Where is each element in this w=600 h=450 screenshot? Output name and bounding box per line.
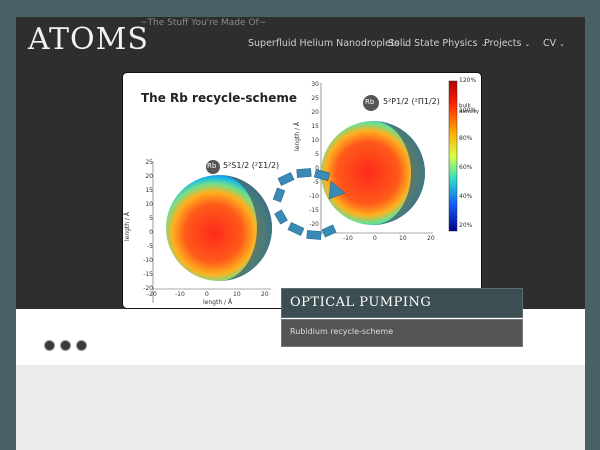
nav-label: Solid State Physics <box>388 38 478 49</box>
tick-label: 15 <box>311 123 319 130</box>
right-atom-label: Rb <box>365 98 375 106</box>
chevron-down-icon: ⌄ <box>559 40 566 48</box>
colorbar-tick: 20% <box>459 222 473 229</box>
tick-label: 20 <box>145 173 153 180</box>
tick-label: 10 <box>311 137 319 144</box>
right-y-axis-label: length / Å <box>294 121 302 152</box>
footer-band <box>16 365 585 450</box>
tick-label: 0 <box>373 235 377 242</box>
chevron-down-icon: ⌄ <box>524 40 531 48</box>
tick-label: 25 <box>311 95 319 102</box>
nav-label: Projects <box>484 38 522 49</box>
tick-label: -15 <box>143 271 153 278</box>
tick-label: 0 <box>205 291 209 298</box>
caption-title: OPTICAL PUMPING <box>290 295 432 310</box>
site-tagline: ~The Stuff You're Made Of~ <box>140 18 267 28</box>
nav-label: CV <box>543 38 557 49</box>
left-state-label: 5²S1/2 (²Σ1/2) <box>223 161 280 170</box>
left-x-axis-label: length / Å <box>203 299 233 306</box>
slider-dot[interactable] <box>76 340 87 351</box>
tick-label: 5 <box>315 151 319 158</box>
tick-label: 10 <box>399 235 407 242</box>
tick-label: -5 <box>313 179 319 186</box>
tick-label: 10 <box>233 291 241 298</box>
tick-label: -15 <box>309 207 319 214</box>
tick-label: -20 <box>147 291 157 298</box>
tick-label: 20 <box>311 109 319 116</box>
tick-label: 20 <box>427 235 435 242</box>
slider-pagination <box>44 336 92 355</box>
colorbar-tick: 100% <box>459 107 477 114</box>
site: ATOMS ~The Stuff You're Made Of~ Superfl… <box>16 17 585 450</box>
left-y-axis-label: length / Å <box>124 211 132 242</box>
tick-label: -10 <box>143 257 153 264</box>
nav-item-cv[interactable]: CV ⌄ <box>543 38 565 49</box>
nav-label: Superfluid Helium Nanodroplets <box>248 38 400 49</box>
tick-label: -10 <box>309 193 319 200</box>
caption-subtitle-box[interactable]: Rubidium recycle-scheme <box>281 319 523 347</box>
tick-label: -10 <box>343 235 353 242</box>
right-state-label: 5²P1/2 (²Π1/2) <box>383 97 440 106</box>
slider-dot[interactable] <box>60 340 71 351</box>
caption-subtitle: Rubidium recycle-scheme <box>290 327 394 336</box>
nav-item-projects[interactable]: Projects ⌄ <box>484 38 530 49</box>
tick-label: 15 <box>145 187 153 194</box>
tick-label: -10 <box>175 291 185 298</box>
colorbar-tick: 60% <box>459 164 473 171</box>
tick-label: 30 <box>311 81 319 88</box>
site-logo[interactable]: ATOMS <box>28 22 149 57</box>
tick-label: 5 <box>149 215 153 222</box>
slider-dot[interactable] <box>44 340 55 351</box>
tick-label: 10 <box>145 201 153 208</box>
caption-title-box[interactable]: OPTICAL PUMPING <box>281 288 523 318</box>
slide-image[interactable]: The Rb recycle-scheme Rb 5²S1/2 (²Σ1/2) … <box>122 72 482 309</box>
slider: The Rb recycle-scheme Rb 5²S1/2 (²Σ1/2) … <box>16 67 585 309</box>
nav-item-solid-state[interactable]: Solid State Physics ⌄ <box>388 38 486 49</box>
tick-label: 25 <box>145 159 153 166</box>
colorbar-tick: 120% <box>459 77 477 84</box>
colorbar-tick: 80% <box>459 135 473 142</box>
tick-label: 0 <box>315 165 319 172</box>
tick-label: 20 <box>261 291 269 298</box>
tick-label: -5 <box>147 243 153 250</box>
left-atom-label: Rb <box>207 162 217 170</box>
tick-label: 0 <box>149 229 153 236</box>
recycle-scheme-figure <box>152 80 458 303</box>
nav-item-superfluid[interactable]: Superfluid Helium Nanodroplets ⌄ <box>248 38 408 49</box>
colorbar-tick: 40% <box>459 193 473 200</box>
colorbar <box>448 80 458 232</box>
tick-label: -20 <box>309 221 319 228</box>
header: ATOMS ~The Stuff You're Made Of~ Superfl… <box>16 17 585 67</box>
